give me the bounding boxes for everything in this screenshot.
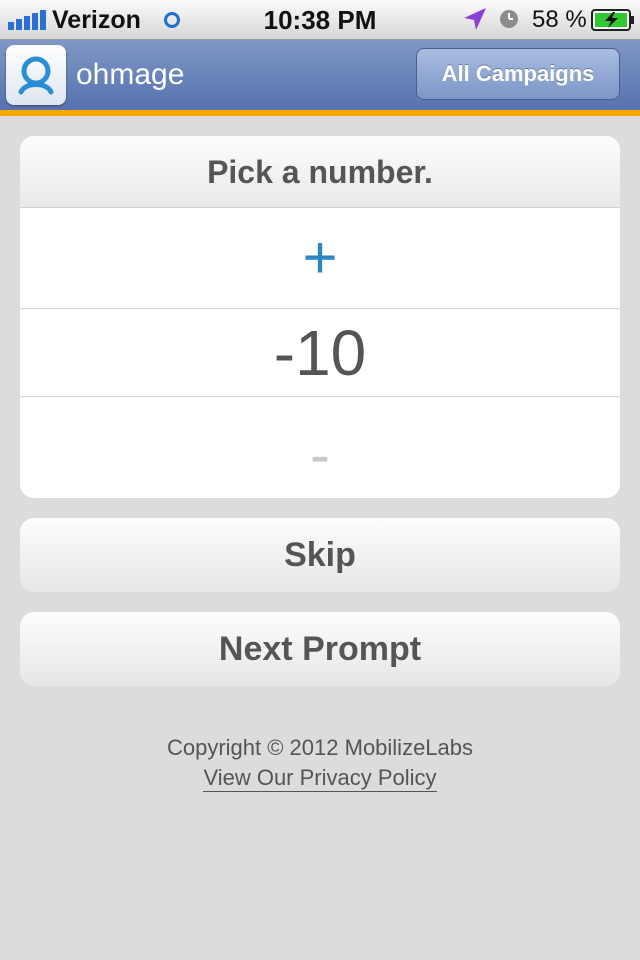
privacy-policy-link[interactable]: View Our Privacy Policy xyxy=(203,765,437,792)
location-icon xyxy=(464,8,486,30)
all-campaigns-button[interactable]: All Campaigns xyxy=(416,48,620,100)
prompt-question: Pick a number. xyxy=(20,136,620,208)
skip-button[interactable]: Skip xyxy=(20,518,620,592)
battery-percentage: 58 % xyxy=(532,6,587,33)
number-value: -10 xyxy=(20,309,620,397)
increment-button[interactable]: + xyxy=(20,208,620,309)
ohmage-logo-icon[interactable] xyxy=(6,45,66,105)
app-title: ohmage xyxy=(76,58,185,91)
status-bar: Verizon 10:38 PM 58 % xyxy=(0,0,640,40)
number-prompt-card: Pick a number. + -10 - xyxy=(20,136,620,498)
next-prompt-button[interactable]: Next Prompt xyxy=(20,612,620,686)
privacy-policy-container: View Our Privacy Policy xyxy=(0,764,640,792)
copyright-text: Copyright © 2012 MobilizeLabs xyxy=(166,735,474,760)
alarm-icon xyxy=(500,10,518,28)
navigation-bar: ohmage All Campaigns xyxy=(0,40,640,110)
battery-charging-icon xyxy=(591,9,634,31)
accent-stripe xyxy=(0,110,640,116)
decrement-button[interactable]: - xyxy=(20,397,620,498)
